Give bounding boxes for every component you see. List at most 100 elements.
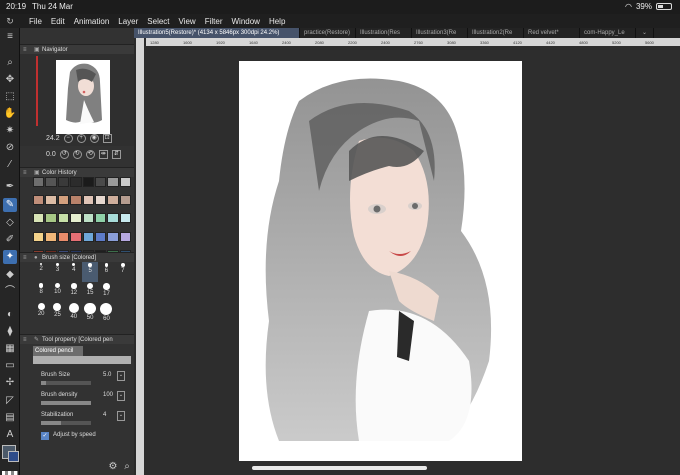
- move-icon[interactable]: ✥: [3, 73, 17, 87]
- pen-icon[interactable]: ⁄: [3, 158, 17, 172]
- figure-icon[interactable]: ▭: [3, 359, 17, 373]
- brush-size-option[interactable]: 7: [115, 262, 131, 282]
- menu-window[interactable]: Window: [232, 17, 260, 26]
- color-history-swatch[interactable]: [107, 213, 119, 224]
- tabs-overflow-icon[interactable]: ⌄: [636, 28, 654, 38]
- panel-menu-icon[interactable]: ≡: [23, 253, 27, 263]
- pencil-icon[interactable]: ✎: [3, 198, 17, 212]
- panel-menu-icon[interactable]: ≡: [23, 335, 27, 345]
- operation-icon[interactable]: ✢: [3, 376, 17, 390]
- tab-red-velvet[interactable]: Red velvet*: [524, 28, 580, 38]
- curve-icon[interactable]: ⌒: [3, 285, 17, 299]
- color-history-swatch[interactable]: [94, 213, 107, 224]
- zoom-icon[interactable]: ⌕: [3, 56, 17, 70]
- brush-size-option[interactable]: 2: [33, 262, 49, 282]
- color-history-swatch[interactable]: [119, 231, 131, 242]
- eyedropper-icon[interactable]: ⊘: [3, 141, 17, 155]
- selection-icon[interactable]: ⬚: [3, 90, 17, 104]
- decoration-icon[interactable]: ✦: [3, 250, 17, 264]
- reset-rotation-icon[interactable]: ⟲: [85, 150, 95, 159]
- menu-select[interactable]: Select: [147, 17, 169, 26]
- color-history-swatch[interactable]: [82, 213, 94, 224]
- menu-view[interactable]: View: [179, 17, 196, 26]
- brush-size-header[interactable]: ≡ ● Brush size [Colored]: [20, 252, 134, 262]
- gradient-icon[interactable]: ▦: [3, 342, 17, 356]
- panel-menu-icon[interactable]: ≡: [23, 168, 27, 178]
- menu-edit[interactable]: Edit: [51, 17, 65, 26]
- rotate-left-icon[interactable]: ↺: [59, 150, 69, 159]
- color-history-swatch[interactable]: [33, 195, 45, 206]
- color-history-swatch[interactable]: [45, 213, 57, 224]
- color-history-swatch[interactable]: [33, 213, 45, 224]
- color-history-swatch[interactable]: [70, 195, 82, 206]
- sub-color-swatch[interactable]: [8, 451, 19, 462]
- tab-illustration[interactable]: Illustration(Res: [356, 28, 412, 38]
- menu-help[interactable]: Help: [269, 17, 285, 26]
- color-history-header[interactable]: ≡ ▣ Color History: [20, 167, 134, 177]
- flip-vertical-icon[interactable]: ⇵: [111, 150, 121, 159]
- brush-size-option[interactable]: 4: [66, 262, 82, 282]
- adjust-by-speed-checkbox[interactable]: ✓: [41, 432, 49, 440]
- color-history-swatch[interactable]: [33, 177, 45, 187]
- brush-size-option[interactable]: 50: [82, 302, 98, 322]
- color-history-swatch[interactable]: [70, 231, 82, 242]
- menu-animation[interactable]: Animation: [74, 17, 110, 26]
- blend-icon[interactable]: ◐: [3, 308, 17, 322]
- frame-icon[interactable]: ▤: [3, 411, 17, 425]
- brush-size-option[interactable]: 3: [49, 262, 65, 282]
- brush-size-slider[interactable]: [41, 381, 91, 385]
- navigator-header[interactable]: ≡ ▣ Navigator: [20, 44, 134, 54]
- hand-icon[interactable]: ✋: [3, 107, 17, 121]
- zoom-in-icon[interactable]: +: [76, 134, 86, 143]
- color-history-swatch[interactable]: [57, 195, 70, 206]
- brush-size-option[interactable]: 8: [33, 282, 49, 302]
- drawing-canvas[interactable]: [239, 61, 522, 461]
- magic-wand-icon[interactable]: ✷: [3, 124, 17, 138]
- brush-size-option[interactable]: 20: [33, 302, 49, 322]
- fill-bucket-icon[interactable]: ⧫: [3, 325, 17, 339]
- color-history-swatch[interactable]: [33, 231, 45, 242]
- menu-file[interactable]: File: [29, 17, 42, 26]
- home-indicator[interactable]: [252, 466, 427, 470]
- brush-size-option[interactable]: 17: [98, 282, 114, 302]
- color-history-swatch[interactable]: [107, 195, 119, 206]
- search-icon[interactable]: ⌕: [120, 460, 134, 474]
- ruler-icon[interactable]: ◸: [3, 394, 17, 408]
- canvas-workspace[interactable]: [144, 46, 680, 475]
- brush-size-option[interactable]: 10: [49, 282, 65, 302]
- rotate-right-icon[interactable]: ↻: [72, 150, 82, 159]
- stabilization-slider[interactable]: [41, 421, 91, 425]
- tab-illustration2[interactable]: Illustration2(Re: [468, 28, 524, 38]
- tool-settings-icon[interactable]: ⚙: [106, 460, 120, 474]
- tab-illustration5[interactable]: Illustration5(Restore)* (4134 x 5846px 3…: [134, 28, 300, 38]
- color-history-swatch[interactable]: [82, 231, 94, 242]
- transparent-color-swatch[interactable]: [2, 471, 18, 475]
- color-history-swatch[interactable]: [94, 195, 107, 206]
- tab-com-happy[interactable]: com-Happy_Le: [580, 28, 636, 38]
- text-icon[interactable]: A: [3, 428, 17, 442]
- panel-toggle-icon[interactable]: ≡: [3, 30, 17, 44]
- navigator-thumbnail[interactable]: [56, 60, 110, 134]
- app-logo-icon[interactable]: ↻: [0, 16, 20, 27]
- brush-size-option[interactable]: 25: [49, 302, 65, 322]
- color-history-swatch[interactable]: [107, 231, 119, 242]
- color-history-swatch[interactable]: [119, 195, 131, 206]
- pen-tool-icon[interactable]: ✒: [3, 180, 17, 194]
- color-history-swatch[interactable]: [45, 195, 57, 206]
- color-history-swatch[interactable]: [45, 231, 57, 242]
- fit-window-icon[interactable]: ⊡: [102, 134, 112, 143]
- brush-size-option[interactable]: 6: [98, 262, 114, 282]
- menu-filter[interactable]: Filter: [205, 17, 223, 26]
- tool-property-header[interactable]: ≡ ✎ Tool property [Colored pen: [20, 334, 134, 344]
- color-history-swatch[interactable]: [70, 177, 82, 187]
- color-history-swatch[interactable]: [94, 177, 107, 187]
- brush-size-stepper[interactable]: ⌄: [117, 371, 125, 381]
- tab-illustration3[interactable]: Illustration3(Re: [412, 28, 468, 38]
- brush-size-option[interactable]: 60: [98, 302, 114, 322]
- flip-horizontal-icon[interactable]: ⇹: [98, 150, 108, 159]
- color-history-swatch[interactable]: [94, 231, 107, 242]
- stabilization-stepper[interactable]: ⌄: [117, 411, 125, 421]
- menu-layer[interactable]: Layer: [118, 17, 138, 26]
- color-history-swatch[interactable]: [57, 177, 70, 187]
- color-history-swatch[interactable]: [70, 213, 82, 224]
